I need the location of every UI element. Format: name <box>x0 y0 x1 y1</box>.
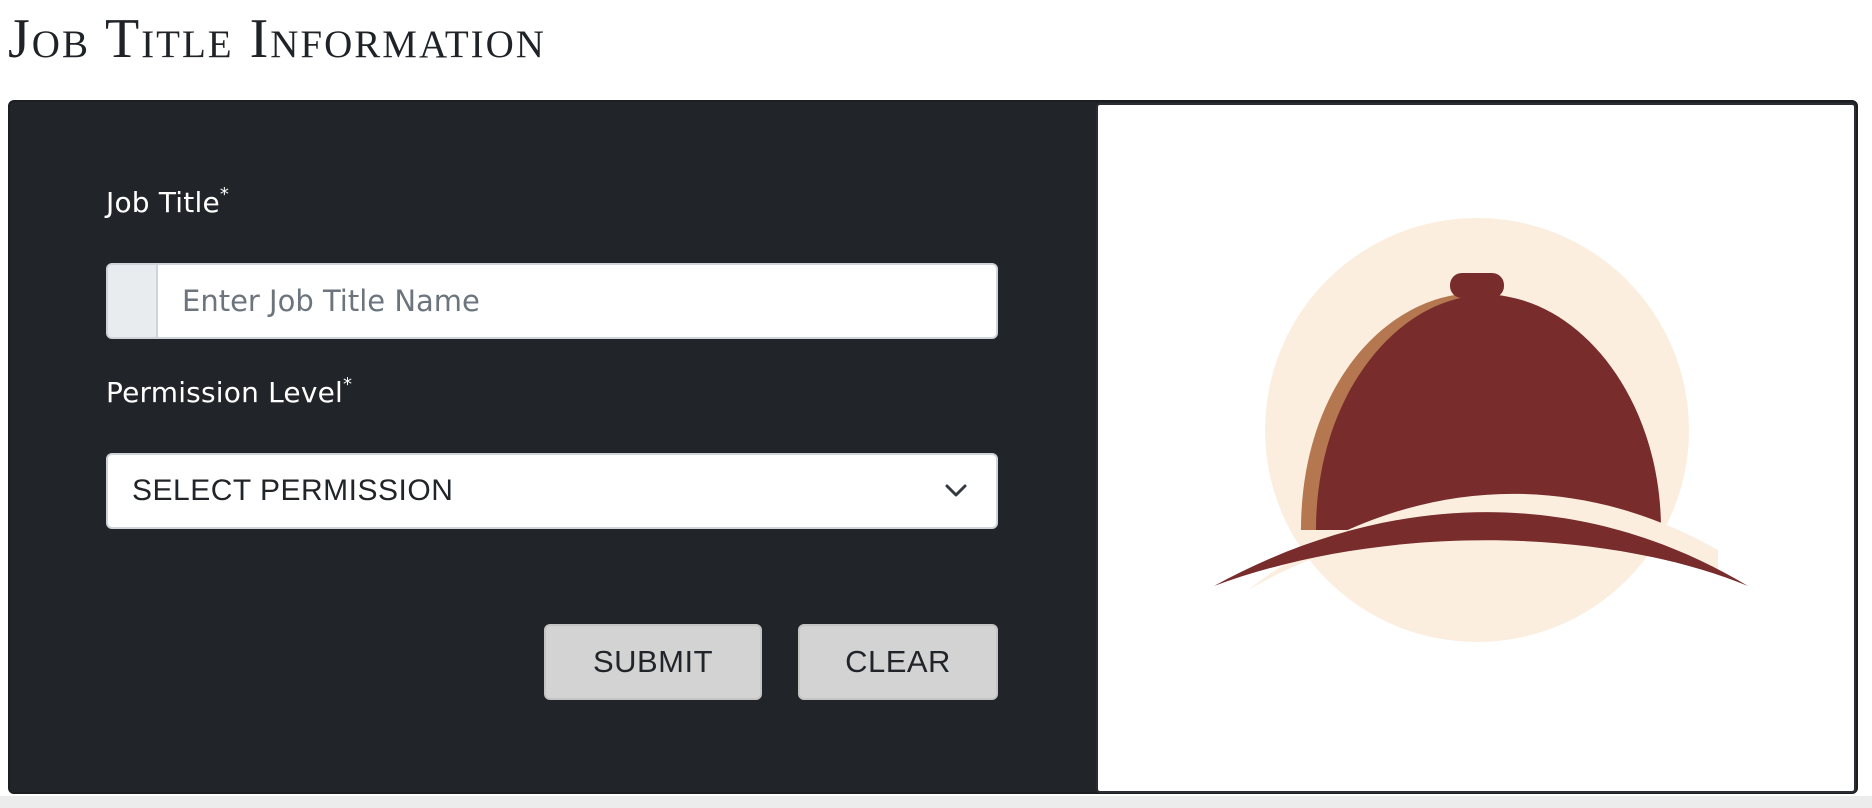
required-asterisk: * <box>219 184 230 205</box>
job-title-input-group <box>106 263 998 339</box>
page-footer-strip <box>0 796 1872 808</box>
submit-button[interactable]: SUBMIT <box>544 624 762 700</box>
job-title-card: Job Title* Permission Level* SELECT PERM… <box>8 100 1858 794</box>
illustration-panel <box>1096 103 1856 793</box>
job-title-label-text: Job Title <box>106 186 220 219</box>
job-title-label: Job Title* <box>106 184 230 219</box>
clear-button[interactable]: CLEAR <box>798 624 998 700</box>
job-title-form: Job Title* Permission Level* SELECT PERM… <box>10 102 1096 792</box>
required-asterisk: * <box>343 374 353 395</box>
chevron-down-icon <box>945 484 967 497</box>
permission-level-select[interactable]: SELECT PERMISSION <box>106 453 998 529</box>
permission-level-label-text: Permission Level <box>106 376 344 409</box>
service-bell-icon <box>1214 218 1748 642</box>
permission-level-label: Permission Level* <box>106 374 353 409</box>
job-title-input[interactable] <box>158 265 996 337</box>
input-addon <box>108 265 158 337</box>
page-title: Job Title Information <box>8 8 546 70</box>
permission-select-value: SELECT PERMISSION <box>132 474 454 507</box>
